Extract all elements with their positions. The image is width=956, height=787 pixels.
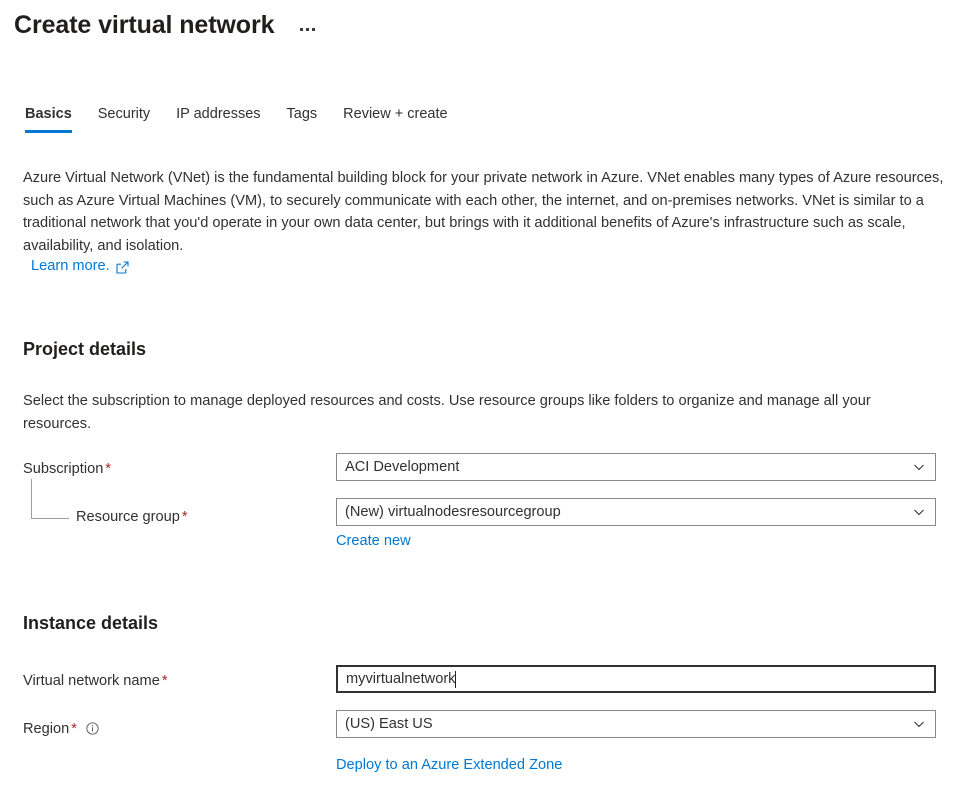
chevron-down-icon [913, 718, 925, 730]
virtual-network-name-value: myvirtualnetwork [346, 671, 455, 687]
ellipsis-dot [300, 28, 303, 31]
more-options-icon[interactable] [298, 24, 317, 35]
required-asterisk: * [182, 509, 188, 525]
region-value: (US) East US [345, 716, 913, 732]
subscription-value: ACI Development [345, 459, 913, 475]
resource-group-label-text: Resource group [76, 509, 180, 525]
region-label: Region* [23, 719, 99, 739]
resource-group-dropdown[interactable]: (New) virtualnodesresourcegroup [336, 498, 936, 526]
required-asterisk: * [71, 721, 77, 737]
subscription-label-text: Subscription [23, 461, 103, 477]
deploy-extended-zone-link[interactable]: Deploy to an Azure Extended Zone [336, 755, 562, 775]
ellipsis-dot [312, 28, 315, 31]
resource-group-label: Resource group* [76, 507, 188, 527]
subscription-dropdown[interactable]: ACI Development [336, 453, 936, 481]
text-caret [455, 671, 456, 688]
tab-ip-addresses[interactable]: IP addresses [163, 104, 273, 133]
tab-review-create[interactable]: Review + create [330, 104, 460, 133]
project-details-heading: Project details [23, 337, 146, 361]
virtual-network-name-label: Virtual network name* [23, 671, 168, 691]
ellipsis-dot [306, 28, 309, 31]
region-dropdown[interactable]: (US) East US [336, 710, 936, 738]
page-header: Create virtual network [14, 8, 317, 42]
required-asterisk: * [162, 673, 168, 689]
chevron-down-icon [913, 461, 925, 473]
wizard-tabs: Basics Security IP addresses Tags Review… [12, 104, 461, 133]
subscription-label: Subscription* [23, 459, 111, 479]
learn-more-link[interactable]: Learn more. [31, 256, 110, 276]
intro-paragraph: Azure Virtual Network (VNet) is the fund… [23, 167, 956, 257]
tab-security[interactable]: Security [85, 104, 163, 133]
chevron-down-icon [913, 506, 925, 518]
tab-basics[interactable]: Basics [12, 104, 85, 133]
learn-more-row: Learn more. [31, 256, 129, 276]
required-asterisk: * [105, 461, 111, 477]
region-label-text: Region [23, 721, 69, 737]
info-icon[interactable] [86, 721, 99, 734]
resource-group-connector-line [31, 479, 69, 519]
external-link-icon [116, 261, 129, 274]
tab-tags[interactable]: Tags [274, 104, 331, 133]
resource-group-value: (New) virtualnodesresourcegroup [345, 504, 913, 520]
virtual-network-name-input[interactable]: myvirtualnetwork [336, 665, 936, 693]
page-title: Create virtual network [14, 8, 274, 42]
create-new-resource-group-link[interactable]: Create new [336, 531, 411, 551]
virtual-network-name-label-text: Virtual network name [23, 673, 160, 689]
project-details-description: Select the subscription to manage deploy… [23, 390, 933, 435]
create-virtual-network-page: Create virtual network Basics Security I… [0, 0, 956, 787]
instance-details-heading: Instance details [23, 611, 158, 635]
